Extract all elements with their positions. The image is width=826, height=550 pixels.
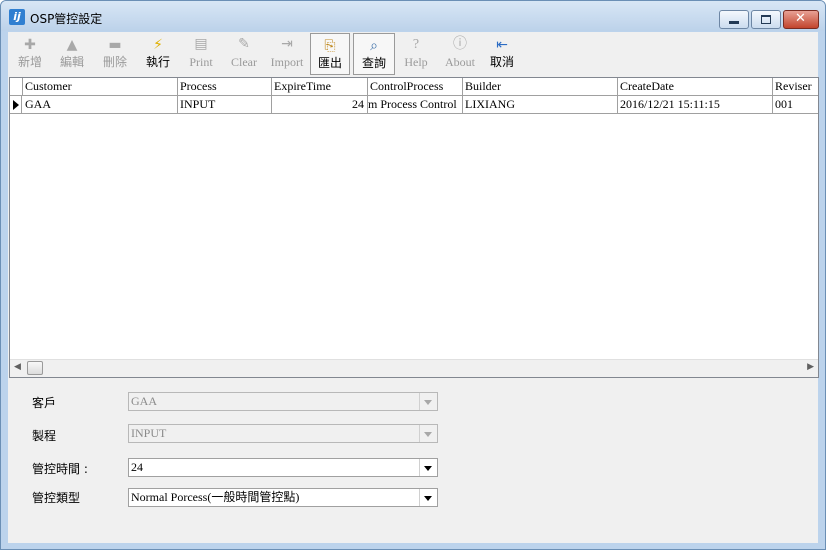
- cancel-button[interactable]: ⇤ 取消: [482, 33, 522, 73]
- process-dropdown-button: [419, 425, 437, 442]
- cell-reviser[interactable]: 001: [773, 96, 818, 113]
- close-icon: ✕: [795, 11, 806, 26]
- clear-button[interactable]: ✎ Clear: [224, 33, 264, 73]
- control-time-label: 管控時間 :: [32, 462, 88, 476]
- column-header-controlprocess[interactable]: ControlProcess: [368, 78, 463, 95]
- detail-form: 客戶 GAA 製程 INPUT 管控時間 : 24 管控類型 Normal Po…: [8, 378, 818, 543]
- minimize-button[interactable]: [719, 10, 749, 29]
- client-area: ✚ 新增 ▲ 編輯 ▬ 刪除 ⚡ 執行 ▤ Print ✎ Clear ⇥ Im…: [8, 32, 819, 543]
- add-button[interactable]: ✚ 新增: [10, 33, 50, 73]
- close-button[interactable]: ✕: [783, 10, 819, 29]
- control-time-dropdown-button[interactable]: [419, 459, 437, 476]
- cell-builder[interactable]: LIXIANG: [463, 96, 618, 113]
- edit-button[interactable]: ▲ 編輯: [52, 33, 92, 73]
- control-type-value: Normal Porcess(一般時間管控點): [131, 490, 300, 504]
- control-type-dropdown-button[interactable]: [419, 489, 437, 506]
- maximize-button[interactable]: [751, 10, 781, 29]
- magnifier-icon: ⌕: [370, 38, 378, 54]
- column-header-builder[interactable]: Builder: [463, 78, 618, 95]
- grid-header: Customer Process ExpireTime ControlProce…: [10, 78, 818, 96]
- column-header-expiretime[interactable]: ExpireTime: [272, 78, 368, 95]
- maximize-icon: [761, 15, 771, 24]
- data-grid[interactable]: Customer Process ExpireTime ControlProce…: [9, 77, 819, 378]
- minimize-icon: [729, 21, 739, 24]
- cell-expiretime[interactable]: 24: [272, 96, 368, 113]
- import-button[interactable]: ⇥ Import: [266, 33, 308, 73]
- table-row[interactable]: GAA INPUT 24 m Process Control LIXIANG 2…: [10, 96, 818, 114]
- window-title: OSP管控設定: [30, 12, 103, 26]
- scroll-thumb[interactable]: [27, 361, 43, 375]
- row-selector[interactable]: [10, 96, 22, 113]
- control-type-combo[interactable]: Normal Porcess(一般時間管控點): [128, 488, 438, 507]
- control-time-value: 24: [131, 460, 143, 474]
- title-bar[interactable]: ij OSP管控設定 ✕: [1, 1, 825, 31]
- help-icon: ?: [412, 37, 420, 52]
- print-button[interactable]: ▤ Print: [181, 33, 221, 73]
- customer-dropdown-button: [419, 393, 437, 410]
- info-icon: ⓘ: [453, 37, 467, 52]
- scroll-right-icon[interactable]: ▶: [807, 362, 814, 372]
- execute-button[interactable]: ⚡ 執行: [138, 33, 178, 73]
- export-button[interactable]: ⎘ 匯出: [310, 33, 350, 75]
- process-value: INPUT: [131, 426, 167, 440]
- column-header-process[interactable]: Process: [178, 78, 272, 95]
- query-button[interactable]: ⌕ 查詢: [353, 33, 395, 75]
- cell-process[interactable]: INPUT: [178, 96, 272, 113]
- cell-controlprocess[interactable]: m Process Control: [368, 96, 463, 113]
- import-icon: ⇥: [281, 37, 293, 52]
- exit-door-icon: ⇤: [496, 37, 508, 53]
- plus-icon: ✚: [24, 37, 36, 53]
- about-button[interactable]: ⓘ About: [439, 33, 481, 73]
- toolbar: ✚ 新增 ▲ 編輯 ▬ 刪除 ⚡ 執行 ▤ Print ✎ Clear ⇥ Im…: [8, 32, 818, 75]
- process-label: 製程: [32, 429, 57, 443]
- help-button[interactable]: ? Help: [396, 33, 436, 73]
- printer-icon: ▤: [194, 37, 208, 52]
- export-icon: ⎘: [324, 38, 336, 54]
- column-header-customer[interactable]: Customer: [23, 78, 178, 95]
- process-combo: INPUT: [128, 424, 438, 443]
- lightning-icon: ⚡: [153, 37, 163, 53]
- horizontal-scrollbar[interactable]: ◀ ▶: [10, 359, 818, 377]
- customer-label: 客戶: [32, 396, 57, 410]
- app-icon: ij: [9, 9, 25, 25]
- minus-icon: ▬: [108, 37, 122, 53]
- eraser-icon: ✎: [238, 37, 250, 52]
- column-header-reviser[interactable]: Reviser: [773, 78, 818, 95]
- customer-value: GAA: [131, 394, 157, 408]
- triangle-icon: ▲: [66, 37, 78, 53]
- cell-customer[interactable]: GAA: [23, 96, 178, 113]
- chevron-down-icon: [424, 432, 432, 437]
- chevron-down-icon: [424, 496, 432, 501]
- scroll-left-icon[interactable]: ◀: [14, 362, 21, 372]
- current-row-arrow-icon: [13, 100, 19, 110]
- delete-button[interactable]: ▬ 刪除: [95, 33, 135, 73]
- control-type-label: 管控類型: [32, 491, 81, 505]
- header-corner: [10, 78, 23, 95]
- main-window: ij OSP管控設定 ✕ ✚ 新增 ▲ 編輯 ▬ 刪除 ⚡ 執行 ▤ Print…: [0, 0, 826, 550]
- customer-combo: GAA: [128, 392, 438, 411]
- column-header-createdate[interactable]: CreateDate: [618, 78, 773, 95]
- chevron-down-icon: [424, 466, 432, 471]
- chevron-down-icon: [424, 400, 432, 405]
- control-time-combo[interactable]: 24: [128, 458, 438, 477]
- cell-createdate[interactable]: 2016/12/21 15:11:15: [618, 96, 773, 113]
